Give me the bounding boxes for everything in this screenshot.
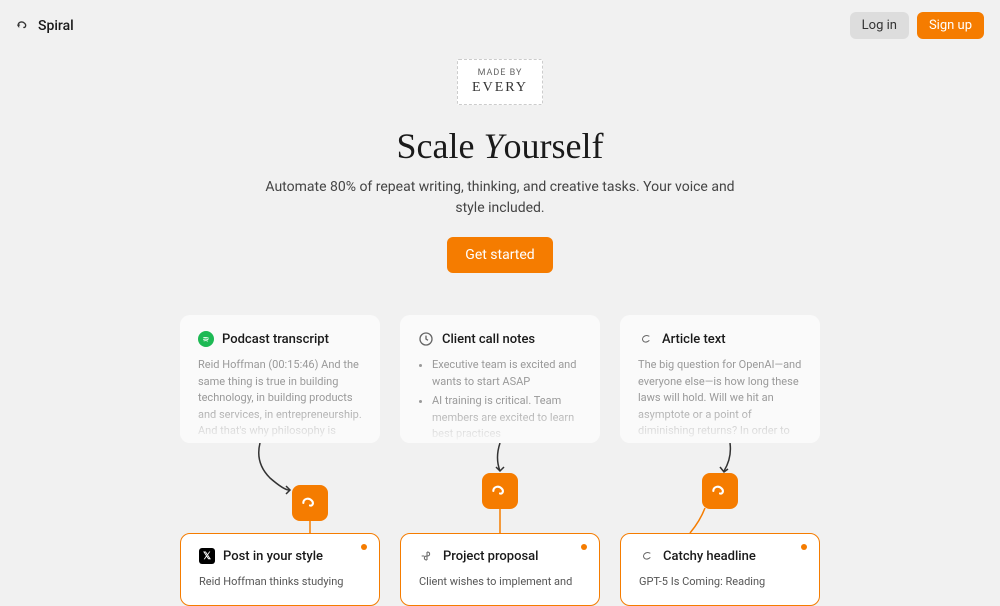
status-dot (361, 544, 367, 550)
spiral-transform-icon (490, 481, 510, 501)
output-body: Client wishes to implement and (419, 574, 581, 591)
output-cards-row: 𝕏 Post in your style Reid Hoffman thinks… (0, 533, 1000, 606)
script-e-icon (639, 548, 655, 564)
output-card-proposal: Project proposal Client wishes to implem… (400, 533, 600, 606)
input-cards-row: Podcast transcript Reid Hoffman (00:15:4… (0, 315, 1000, 443)
spiral-icon (16, 18, 32, 34)
input-card-article: Article text The big question for OpenAI… (620, 315, 820, 443)
script-e-icon (638, 331, 654, 347)
output-title: Project proposal (443, 549, 538, 564)
status-dot (801, 544, 807, 550)
hero-title: Scale Yourself (0, 125, 1000, 167)
output-card-headline: Catchy headline GPT-5 Is Coming: Reading (620, 533, 820, 606)
output-title: Catchy headline (663, 549, 756, 564)
header: Spiral Log in Sign up (0, 0, 1000, 51)
card-title: Article text (662, 332, 726, 347)
transform-box (292, 485, 328, 521)
card-title: Client call notes (442, 332, 535, 347)
card-title: Podcast transcript (222, 332, 329, 347)
output-card-post: 𝕏 Post in your style Reid Hoffman thinks… (180, 533, 380, 606)
transform-box (702, 473, 738, 509)
header-buttons: Log in Sign up (850, 12, 984, 39)
card-body: The big question for OpenAI—and everyone… (638, 357, 802, 440)
logo-text: Spiral (38, 18, 74, 34)
input-card-podcast: Podcast transcript Reid Hoffman (00:15:4… (180, 315, 380, 443)
arrow-connectors (0, 443, 1000, 533)
transform-box (482, 473, 518, 509)
spiral-transform-icon (300, 493, 320, 513)
status-dot (581, 544, 587, 550)
arrow-curve-icon (180, 443, 380, 533)
spotify-icon (198, 331, 214, 347)
badge-bottom: EVERY (472, 80, 528, 96)
card-body: Executive team is excited and wants to s… (418, 357, 582, 443)
hero-subtitle: Automate 80% of repeat writing, thinking… (260, 177, 740, 219)
card-body: Reid Hoffman (00:15:46) And the same thi… (198, 357, 362, 440)
spiral-transform-icon (710, 481, 730, 501)
clock-icon (418, 331, 434, 347)
x-twitter-icon: 𝕏 (199, 548, 215, 564)
output-body: GPT-5 Is Coming: Reading (639, 574, 801, 591)
output-title: Post in your style (223, 549, 323, 564)
badge-top: MADE BY (472, 68, 528, 78)
input-card-notes: Client call notes Executive team is exci… (400, 315, 600, 443)
signup-button[interactable]: Sign up (917, 12, 984, 39)
login-button[interactable]: Log in (850, 12, 909, 39)
logo[interactable]: Spiral (16, 18, 74, 34)
money-icon (419, 548, 435, 564)
main: MADE BY EVERY Scale Yourself Automate 80… (0, 51, 1000, 606)
made-by-badge: MADE BY EVERY (457, 59, 543, 105)
get-started-button[interactable]: Get started (447, 237, 552, 273)
output-body: Reid Hoffman thinks studying (199, 574, 361, 591)
